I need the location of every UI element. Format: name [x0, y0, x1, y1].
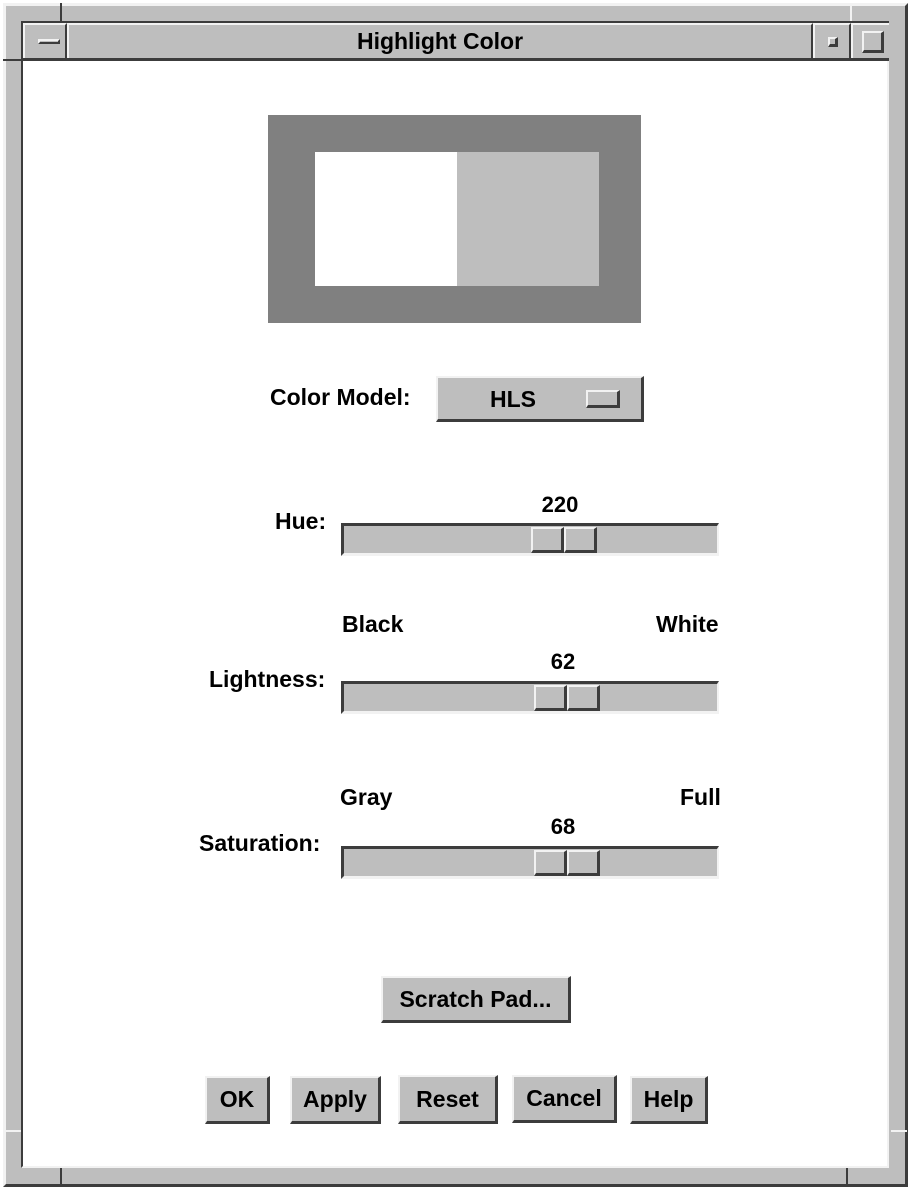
lightness-value: 62 — [550, 649, 576, 674]
resize-corner-br[interactable] — [846, 1168, 848, 1186]
saturation-slider[interactable] — [341, 846, 719, 879]
hue-value: 220 — [541, 492, 579, 517]
window-title[interactable]: Highlight Color — [67, 23, 813, 58]
hue-label: Hue: — [275, 508, 327, 534]
resize-corner-br-side[interactable] — [891, 1130, 907, 1132]
resize-corner-bl-side[interactable] — [3, 1130, 21, 1132]
scratch-pad-button[interactable]: Scratch Pad... — [381, 976, 571, 1023]
lightness-slider-thumb[interactable] — [534, 685, 600, 711]
minimize-button[interactable] — [813, 23, 851, 58]
apply-button[interactable]: Apply — [290, 1076, 381, 1124]
window-menu-icon — [38, 39, 60, 44]
hue-slider-thumb[interactable] — [531, 527, 597, 553]
new-color-swatch — [457, 152, 599, 286]
original-color-swatch — [315, 152, 457, 286]
help-button[interactable]: Help — [630, 1076, 708, 1124]
lightness-slider[interactable] — [341, 681, 719, 714]
title-bar[interactable]: Highlight Color — [21, 21, 889, 61]
resize-corner-tr[interactable] — [850, 3, 852, 21]
color-model-label: Color Model: — [270, 384, 411, 410]
saturation-slider-thumb[interactable] — [534, 850, 600, 876]
lightness-max-label: White — [656, 611, 719, 637]
saturation-label: Saturation: — [199, 830, 321, 856]
saturation-min-label: Gray — [340, 784, 393, 810]
saturation-value: 68 — [550, 814, 576, 839]
lightness-label: Lightness: — [209, 666, 326, 692]
resize-corner-bl[interactable] — [60, 1168, 62, 1186]
option-menu-indicator-icon — [586, 390, 620, 408]
resize-corner-tl-side[interactable] — [3, 59, 21, 61]
window-menu-button[interactable] — [23, 23, 67, 58]
color-model-value: HLS — [490, 386, 536, 412]
resize-corner-tl[interactable] — [60, 3, 62, 21]
hue-slider[interactable] — [341, 523, 719, 556]
minimize-icon — [828, 37, 838, 47]
maximize-button[interactable] — [851, 23, 889, 58]
color-model-select[interactable]: HLS — [436, 376, 644, 422]
reset-button[interactable]: Reset — [398, 1075, 498, 1124]
lightness-min-label: Black — [342, 611, 404, 637]
saturation-max-label: Full — [680, 784, 721, 810]
ok-button[interactable]: OK — [205, 1076, 270, 1124]
maximize-icon — [862, 31, 884, 53]
cancel-button[interactable]: Cancel — [512, 1075, 617, 1123]
